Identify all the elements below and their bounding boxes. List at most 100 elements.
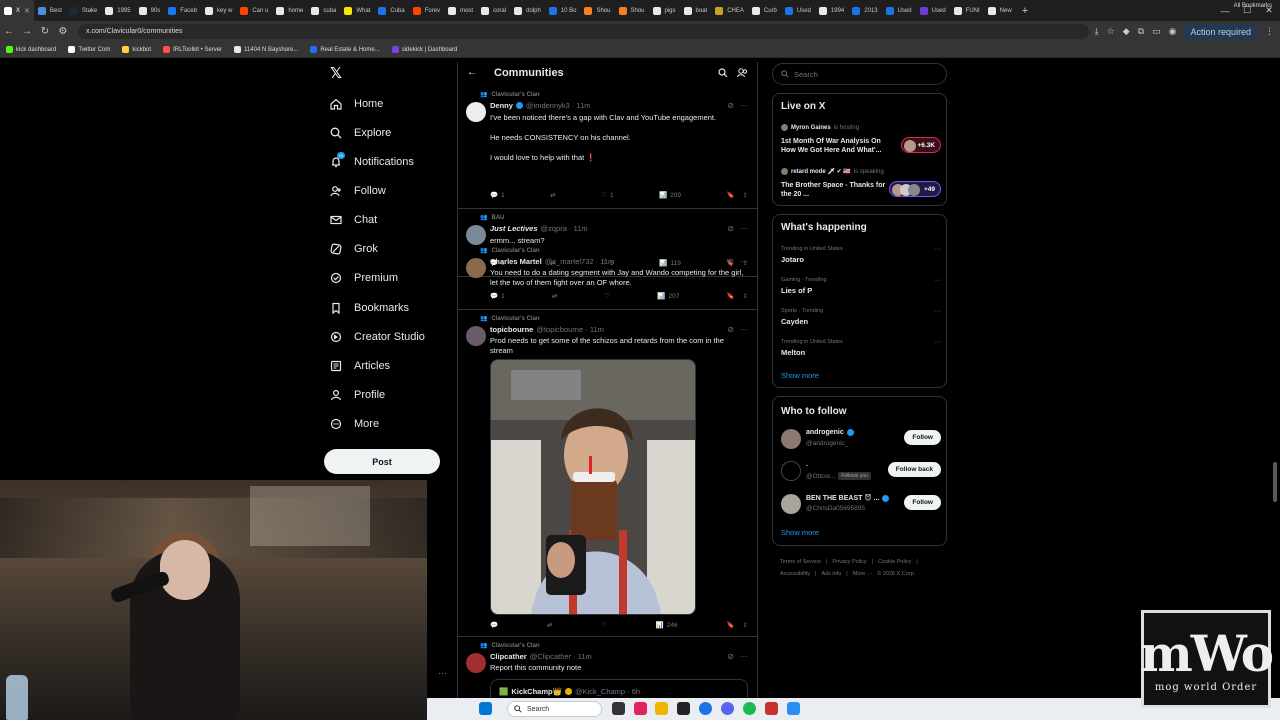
footer-link[interactable]: Accessibility <box>780 571 810 577</box>
back-icon[interactable]: ← <box>0 26 18 37</box>
like-button[interactable]: ♡ <box>604 292 610 300</box>
app-icon[interactable] <box>787 702 800 715</box>
author-handle[interactable]: @zqpra · 11m <box>541 224 588 233</box>
footer-link[interactable]: Ads info <box>821 571 841 577</box>
post-button[interactable]: Post <box>324 449 440 474</box>
more-icon[interactable]: ··· <box>740 325 748 334</box>
share-icon[interactable]: ⇪ <box>743 191 748 199</box>
browser-tab[interactable]: most <box>444 0 477 21</box>
follow-button[interactable]: Follow <box>904 495 941 510</box>
community-label[interactable]: 👥 Clavicular's Clan <box>480 315 540 323</box>
browser-tab[interactable]: Shou <box>615 0 649 21</box>
bookmark-item[interactable]: IRLToolkit • Server <box>163 46 222 53</box>
browser-tab[interactable]: Curb <box>748 0 781 21</box>
show-more-link[interactable]: Show more <box>781 528 819 537</box>
browser-tab[interactable]: Faceb <box>164 0 201 21</box>
spotify-icon[interactable] <box>743 702 756 715</box>
bookmark-icon[interactable]: 🔖 <box>726 292 734 300</box>
community-label[interactable]: 👥 BAU <box>480 214 504 222</box>
bookmark-icon[interactable]: 🔖 <box>726 621 734 629</box>
browser-tab[interactable]: Cuba <box>374 0 408 21</box>
follow-button[interactable]: Follow <box>904 430 941 445</box>
tab-close-icon[interactable]: ✕ <box>24 7 30 15</box>
search-icon[interactable] <box>718 68 728 78</box>
browser-tab[interactable]: 10 Bo <box>545 0 581 21</box>
x-logo[interactable]: 𝕏 <box>330 64 342 82</box>
reply-button[interactable]: 💬 1 <box>490 292 505 301</box>
footer-link[interactable]: © 2026 X Corp. <box>877 571 915 577</box>
avatar[interactable] <box>781 461 801 481</box>
like-button[interactable]: ♡ 1 <box>601 191 613 200</box>
chrome-icon[interactable] <box>699 702 712 715</box>
nav-item-follow[interactable]: Follow <box>330 181 386 201</box>
suggestion-name[interactable]: BEN THE BEAST 😈 ... <box>806 494 879 502</box>
app-icon[interactable] <box>634 702 647 715</box>
install-icon[interactable]: ⤓ <box>1095 26 1099 37</box>
browser-tab[interactable]: Used <box>781 0 815 21</box>
grok-icon[interactable]: ⊘ <box>727 224 734 233</box>
puzzle-icon[interactable]: ⧉ <box>1138 26 1144 37</box>
post-card[interactable]: 👥 Clavicular's Clan Denny @imdennyk3 · 11m… <box>458 86 757 209</box>
site-info-icon[interactable]: ⚙ <box>54 26 72 37</box>
browser-tab[interactable]: home <box>272 0 307 21</box>
nav-item-grok[interactable]: Grok <box>330 239 378 259</box>
suggestion-name[interactable]: . <box>806 461 808 468</box>
all-bookmarks[interactable]: All Bookmarks <box>1234 3 1272 9</box>
browser-tab[interactable]: New <box>984 0 1016 21</box>
footer-link[interactable]: Privacy Policy <box>832 559 866 565</box>
browser-tab[interactable]: Best <box>34 0 66 21</box>
nav-item-articles[interactable]: Articles <box>330 356 390 376</box>
footer-link[interactable]: Terms of Service <box>780 559 821 565</box>
browser-tab[interactable]: Shou <box>580 0 614 21</box>
author-name[interactable]: topicbourne <box>490 325 533 334</box>
footer-link[interactable]: Cookie Policy <box>878 559 911 565</box>
browser-tab[interactable]: coral <box>477 0 510 21</box>
url-input[interactable]: x.com/Clavicular0/communities <box>78 24 1089 39</box>
quote-author-name[interactable]: KickChamp👑 <box>511 687 562 696</box>
bookmark-item[interactable]: kick dashboard <box>6 46 56 53</box>
author-name[interactable]: Clipcather <box>490 652 527 661</box>
post-card[interactable]: 👥 Clavicular's Clan Charles Martel @c_mart… <box>458 242 757 310</box>
avatar[interactable] <box>466 102 486 122</box>
more-icon[interactable]: ··· <box>934 308 941 315</box>
nav-item-creator-studio[interactable]: Creator Studio <box>330 327 425 347</box>
action-required-button[interactable]: Action required <box>1184 24 1257 39</box>
community-members-icon[interactable] <box>737 68 748 78</box>
scrollbar-thumb[interactable] <box>1273 462 1277 502</box>
browser-tab[interactable]: Used <box>916 0 950 21</box>
grok-icon[interactable]: ⊘ <box>727 101 734 110</box>
post-card[interactable]: 👥 Clavicular's Clan topicbourne @topicbour… <box>458 310 757 637</box>
repost-button[interactable]: ⇄ <box>552 292 557 300</box>
community-label[interactable]: 👥 Clavicular's Clan <box>480 247 540 255</box>
browser-tab[interactable]: Can u <box>236 0 272 21</box>
author-name[interactable]: Just Lectives <box>490 224 538 233</box>
author-name[interactable]: Charles Martel <box>490 257 542 266</box>
footer-link[interactable]: More ··· <box>853 571 873 577</box>
file-explorer-icon[interactable] <box>655 702 668 715</box>
author-name[interactable]: Denny <box>490 101 513 110</box>
views-count[interactable]: 📊 207 <box>657 292 679 301</box>
discord-icon[interactable] <box>721 702 734 715</box>
browser-tab[interactable]: pigs <box>649 0 680 21</box>
quoted-post[interactable]: 🟩 KickChamp👑 @Kick_Champ · 6h <box>490 679 748 698</box>
browser-tab[interactable]: 1995 <box>101 0 134 21</box>
author-handle[interactable]: @topicbourne · 11m <box>536 325 604 334</box>
forward-icon[interactable]: → <box>18 26 36 37</box>
avatar[interactable] <box>781 494 801 514</box>
repost-button[interactable]: ⇄ <box>550 191 555 199</box>
browser-tab[interactable]: FUNI <box>950 0 984 21</box>
author-handle[interactable]: @c_martel732 · 11m <box>545 257 615 266</box>
author-handle[interactable]: @Clipcather · 11m <box>530 652 592 661</box>
follow-suggestion[interactable]: androgenic @androgenic_ Follow <box>781 427 941 455</box>
browser-tab[interactable]: cuba <box>307 0 340 21</box>
extension-icon[interactable]: ◆ <box>1123 26 1130 37</box>
avatar[interactable] <box>466 653 486 673</box>
nav-item-bookmarks[interactable]: Bookmarks <box>330 298 409 318</box>
nav-item-more[interactable]: More <box>330 414 379 434</box>
browser-tab[interactable]: 90s <box>135 0 165 21</box>
show-more-link[interactable]: Show more <box>781 371 819 380</box>
quote-author-handle[interactable]: @Kick_Champ · 6h <box>575 687 640 696</box>
browser-tab[interactable]: CHEA <box>711 0 748 21</box>
browser-tab[interactable]: X ✕ <box>0 0 34 21</box>
nav-item-explore[interactable]: Explore <box>330 123 391 143</box>
